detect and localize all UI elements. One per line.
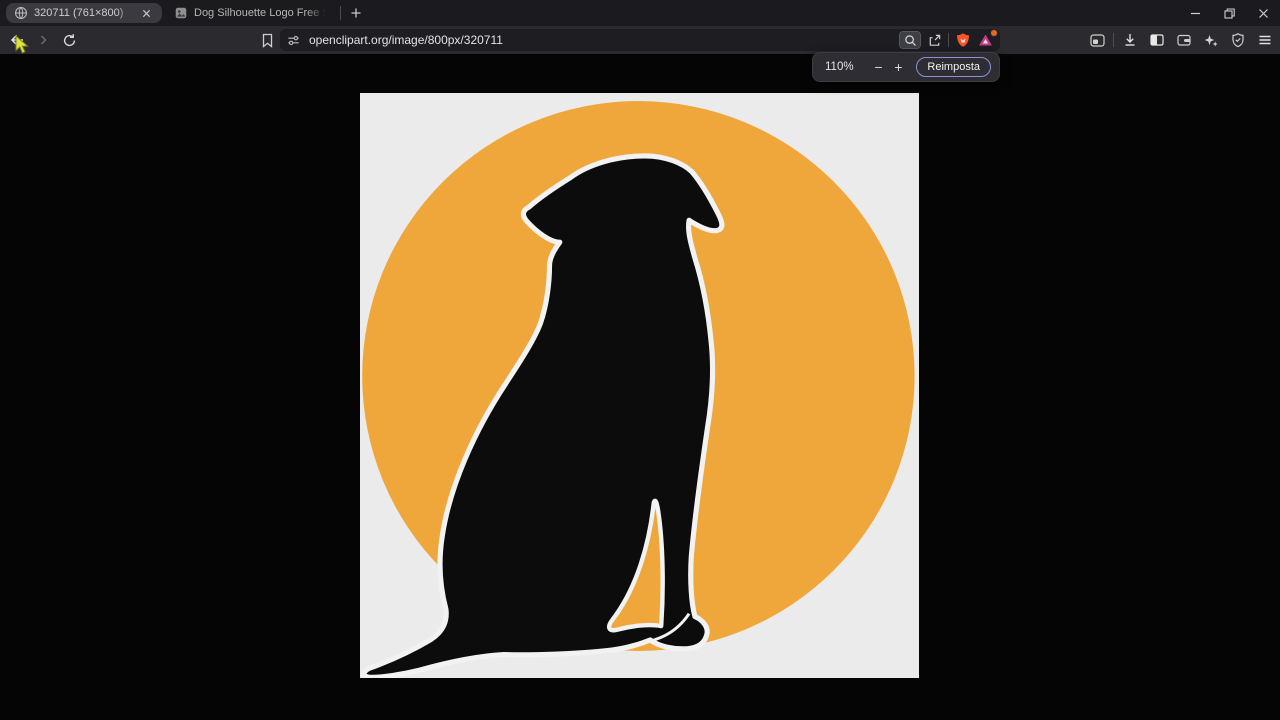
tab-strip: 320711 (761×800) Dog Silhouette Logo Fre… — [0, 0, 1280, 26]
zoom-level-label: 110% — [825, 61, 854, 73]
brave-shields-icon[interactable] — [955, 32, 971, 48]
site-settings-icon[interactable] — [286, 33, 301, 48]
zoom-popup: 110% − + Reimposta — [812, 52, 1000, 82]
minimize-button[interactable] — [1178, 0, 1212, 26]
tab-title: 320711 (761×800) — [34, 7, 124, 19]
toolbar-right — [1086, 26, 1276, 54]
cursor-pointer — [13, 34, 31, 60]
globe-icon — [14, 6, 28, 20]
tab-stock-photo[interactable]: Dog Silhouette Logo Free Stock Phot — [166, 3, 334, 23]
browser-window: 320711 (761×800) Dog Silhouette Logo Fre… — [0, 0, 1280, 720]
url-bar[interactable]: openclipart.org/image/800px/320711 — [280, 28, 1000, 51]
zoom-reset-button[interactable]: Reimposta — [916, 57, 991, 77]
brave-rewards-icon[interactable] — [977, 28, 998, 49]
tab-separator — [340, 6, 341, 20]
url-text[interactable]: openclipart.org/image/800px/320711 — [309, 33, 899, 47]
share-icon[interactable] — [927, 33, 942, 48]
sidebar-toggle-icon[interactable] — [1086, 29, 1108, 51]
wallet-icon[interactable] — [1173, 29, 1195, 51]
reload-button[interactable] — [58, 29, 80, 51]
vpn-shield-icon[interactable] — [1227, 29, 1249, 51]
menu-icon[interactable] — [1254, 29, 1276, 51]
downloads-icon[interactable] — [1119, 29, 1141, 51]
zoom-out-button[interactable]: − — [868, 57, 888, 77]
tab-image-viewer[interactable]: 320711 (761×800) — [6, 3, 162, 23]
tab-title: Dog Silhouette Logo Free Stock Phot — [194, 7, 326, 19]
close-window-button[interactable] — [1246, 0, 1280, 26]
tab-close-icon[interactable] — [138, 5, 154, 21]
page-favicon — [174, 6, 188, 20]
zoom-in-button[interactable]: + — [888, 57, 908, 77]
restore-button[interactable] — [1212, 0, 1246, 26]
zoom-indicator-button[interactable] — [899, 31, 921, 49]
toolbar-separator — [1113, 33, 1114, 47]
bookmarks-button[interactable] — [256, 29, 278, 51]
window-controls — [1178, 0, 1280, 26]
dog-silhouette-image — [360, 93, 919, 678]
page-content — [0, 54, 1280, 720]
leo-ai-icon[interactable] — [1200, 29, 1222, 51]
urlbar-separator — [948, 33, 949, 47]
navigation-bar: openclipart.org/image/800px/320711 — [0, 26, 1280, 54]
new-tab-button[interactable] — [345, 2, 367, 24]
forward-button[interactable] — [32, 29, 54, 51]
notification-badge — [990, 28, 998, 37]
split-view-icon[interactable] — [1146, 29, 1168, 51]
